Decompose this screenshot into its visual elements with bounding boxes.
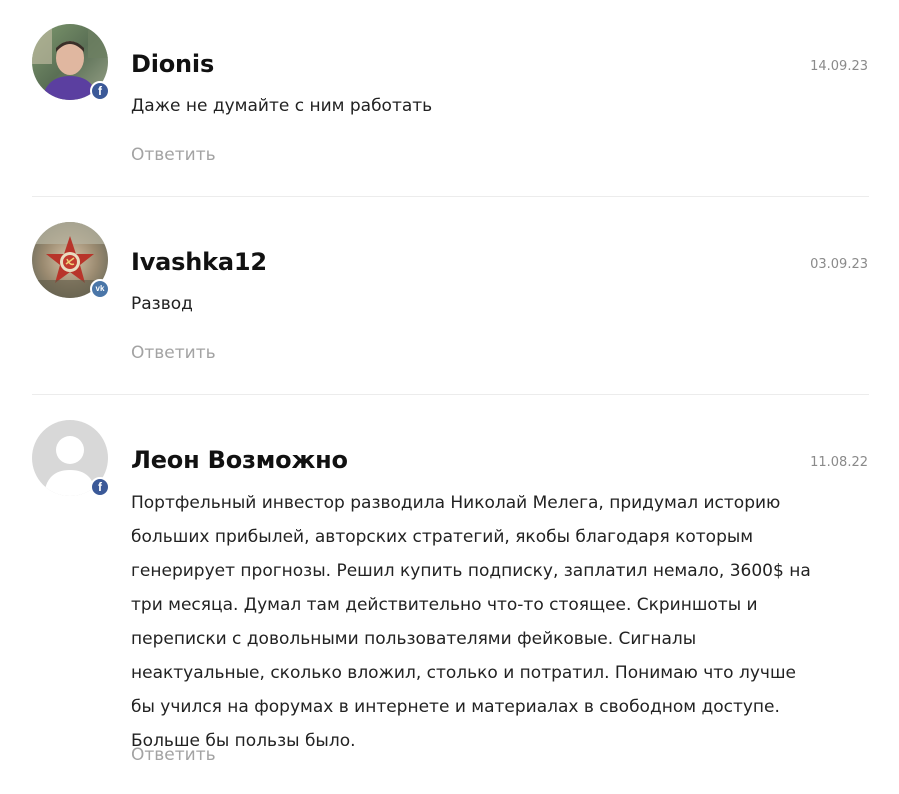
comment-date: 14.09.23 — [810, 59, 868, 74]
comment-date: 03.09.23 — [810, 257, 868, 272]
comment-text: Развод — [131, 294, 193, 314]
comment-text: Портфельный инвестор разводила Николай М… — [131, 493, 811, 751]
reply-button[interactable]: Ответить — [131, 343, 216, 363]
avatar: vk — [32, 222, 110, 299]
comment-text: Даже не думайте с ним работать — [131, 96, 433, 116]
comment-author: Ivashka12 — [131, 248, 267, 276]
facebook-icon: f — [90, 477, 110, 497]
avatar: f — [32, 24, 110, 101]
facebook-icon: f — [90, 81, 110, 101]
comment-author: Dionis — [131, 50, 215, 78]
comment-date: 11.08.22 — [810, 455, 868, 470]
vk-icon: vk — [90, 279, 110, 299]
reply-button[interactable]: Ответить — [131, 745, 216, 765]
comment-author: Леон Возможно — [131, 446, 348, 474]
avatar: f — [32, 420, 110, 497]
comment-item: f Леон Возможно 11.08.22 Портфельный инв… — [32, 420, 869, 790]
reply-button[interactable]: Ответить — [131, 145, 216, 165]
comment-item: f Dionis 14.09.23 Даже не думайте с ним … — [32, 24, 869, 197]
comment-item: vk Ivashka12 03.09.23 Развод Ответить — [32, 222, 869, 395]
